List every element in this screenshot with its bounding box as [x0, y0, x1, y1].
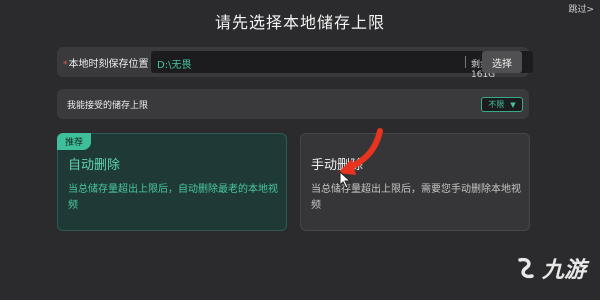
watermark-text: 九游 [542, 258, 587, 283]
chevron-down-icon: ▼ [510, 100, 516, 109]
choose-button[interactable]: 选择 [482, 51, 522, 73]
storage-limit-value: 不限 [488, 100, 505, 109]
field-divider [465, 56, 466, 68]
logo-icon [518, 257, 534, 279]
recommended-badge: 推荐 [57, 133, 92, 150]
auto-delete-option[interactable]: 推荐 自动删除 当总储存量超出上限后，自动删除最老的本地视频 [57, 133, 287, 231]
option-description: 当总储存量超出上限后，自动删除最老的本地视频 [68, 184, 278, 211]
option-title: 自动删除 [68, 158, 121, 173]
page-title: 请先选择本地储存上限 [214, 13, 385, 32]
storage-limit-label: 我能接受的储存上限 [67, 101, 149, 111]
save-location-row: *本地时刻保存位置 D:\无畏 剩余空间 161G 选择 [57, 47, 533, 80]
storage-limit-row: 我能接受的储存上限 不限 ▼ [57, 89, 529, 119]
save-location-label-text: 本地时刻保存位置 [68, 59, 149, 70]
storage-limit-dropdown[interactable]: 不限 ▼ [481, 97, 523, 112]
save-location-label: *本地时刻保存位置 [63, 55, 149, 70]
save-path-value: D:\无畏 [157, 60, 192, 71]
mouse-cursor-icon [339, 171, 352, 189]
save-path-field[interactable]: D:\无畏 剩余空间 161G [151, 51, 533, 80]
watermark: 九游 [514, 252, 586, 284]
required-mark: * [63, 60, 68, 70]
